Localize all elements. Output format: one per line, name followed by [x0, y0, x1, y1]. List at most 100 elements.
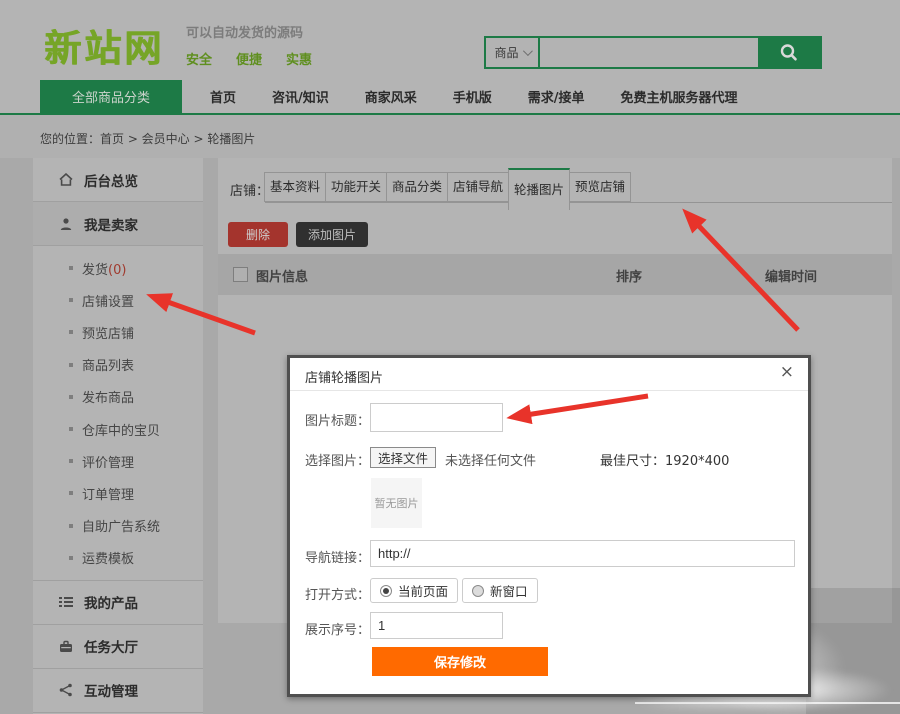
all-categories-button[interactable]: 全部商品分类 [40, 80, 182, 113]
sidebar-item-product-list[interactable]: 商品列表 [33, 349, 203, 381]
briefcase-icon [60, 640, 72, 652]
tagline: 可以自动发货的源码 安全 便捷 实惠 [186, 22, 312, 68]
modal-header: 店铺轮播图片 × [290, 358, 808, 391]
select-all-checkbox[interactable] [233, 267, 248, 282]
page: 新站网 可以自动发货的源码 安全 便捷 实惠 商品 全部商品分类 首页 咨讯/知… [0, 0, 900, 714]
sidebar-item-ads[interactable]: 自助广告系统 [33, 510, 203, 542]
sidebar-item-task-hall[interactable]: 任务大厅 [33, 625, 203, 669]
breadcrumb: 您的位置：首页 > 会员中心 > 轮播图片 [40, 132, 256, 146]
delete-button[interactable]: 删除 [228, 222, 288, 247]
column-edit-time: 编辑时间 [765, 270, 818, 285]
nav-item-orders[interactable]: 需求/接单 [528, 87, 585, 106]
tagline-tag: 安全 [186, 53, 213, 68]
radio-selected-icon [380, 584, 392, 597]
sidebar-sub-items: 发货(0) 店铺设置 预览店铺 商品列表 发布商品 仓库中的宝贝 评价管理 订单… [33, 246, 203, 581]
bullet-icon [69, 491, 73, 496]
sidebar-item-label: 商品列表 [82, 359, 135, 375]
nav-item-merchants[interactable]: 商家风采 [365, 87, 417, 106]
modal-title: 店铺轮播图片 [305, 371, 384, 386]
bullet-icon [69, 459, 73, 464]
sidebar-item-overview[interactable]: 后台总览 [33, 158, 203, 202]
nav-link-label: 导航链接： [305, 551, 371, 566]
sidebar-item-publish-product[interactable]: 发布商品 [33, 381, 203, 413]
sidebar-item-label: 发货 [82, 262, 109, 278]
tagline-text: 可以自动发货的源码 [186, 26, 304, 41]
nav-item-hosting[interactable]: 免费主机服务器代理 [621, 87, 738, 106]
column-image-info: 图片信息 [256, 270, 309, 285]
bullet-icon [69, 523, 73, 528]
sidebar-item-label: 我是卖家 [84, 217, 138, 234]
site-logo[interactable]: 新站网 [44, 18, 164, 72]
search-icon [780, 43, 797, 61]
sidebar-item-label: 互动管理 [84, 684, 138, 701]
search-bar: 商品 [484, 36, 822, 69]
sidebar-item-label: 我的产品 [84, 596, 138, 613]
no-file-text: 未选择任何文件 [445, 454, 537, 469]
search-input[interactable] [540, 38, 758, 67]
tab-shop-nav[interactable]: 店铺导航 [447, 172, 509, 202]
tagline-tag: 实惠 [286, 53, 313, 68]
nav-items: 首页 咨讯/知识 商家风采 手机版 需求/接单 免费主机服务器代理 [210, 80, 738, 113]
sidebar-item-preview-shop[interactable]: 预览店铺 [33, 316, 203, 348]
sidebar-item-reviews[interactable]: 评价管理 [33, 445, 203, 477]
watermark-line [635, 702, 900, 704]
sidebar-item-label: 运费模板 [82, 552, 135, 568]
add-image-button[interactable]: 添加图片 [296, 222, 368, 247]
sidebar-item-shop-settings[interactable]: 店铺设置 [33, 284, 203, 316]
option-label: 新窗口 [490, 584, 528, 599]
sidebar-item-seller[interactable]: 我是卖家 [33, 202, 203, 246]
sidebar-item-label: 仓库中的宝贝 [82, 423, 161, 439]
open-mode-current-option[interactable]: 当前页面 [370, 578, 459, 603]
search-button[interactable] [758, 38, 820, 67]
nav-item-home[interactable]: 首页 [210, 87, 236, 106]
shop-tabs: 基本资料 功能开关 商品分类 店铺导航 轮播图片 预览店铺 [264, 168, 631, 210]
bullet-icon [69, 555, 73, 560]
nav-item-mobile[interactable]: 手机版 [453, 87, 492, 106]
image-title-input[interactable] [370, 403, 503, 432]
sidebar-item-label: 自助广告系统 [82, 520, 161, 536]
sidebar-item-label: 后台总览 [84, 173, 138, 190]
search-category-select[interactable]: 商品 [486, 38, 540, 67]
tab-basic-info[interactable]: 基本资料 [264, 172, 326, 202]
sidebar-item-label: 评价管理 [82, 455, 135, 471]
breadcrumb-bar: 您的位置：首页 > 会员中心 > 轮播图片 [0, 115, 900, 158]
sidebar-item-warehouse[interactable]: 仓库中的宝贝 [33, 413, 203, 445]
sidebar-item-interaction[interactable]: 互动管理 [33, 669, 203, 713]
option-label: 当前页面 [398, 584, 449, 599]
sidebar-item-label: 订单管理 [82, 487, 135, 503]
share-icon [59, 684, 72, 697]
tab-feature-switch[interactable]: 功能开关 [325, 172, 387, 202]
image-title-label: 图片标题： [305, 414, 371, 429]
sidebar-item-freight[interactable]: 运费模板 [33, 542, 203, 574]
bullet-icon [69, 266, 73, 271]
sidebar-item-orders[interactable]: 订单管理 [33, 477, 203, 509]
nav-link-input[interactable] [370, 540, 795, 567]
bullet-icon [69, 427, 73, 432]
display-order-input[interactable] [370, 612, 503, 639]
close-icon[interactable]: × [780, 364, 794, 381]
list-icon [59, 597, 73, 608]
open-mode-new-window-option[interactable]: 新窗口 [462, 578, 538, 603]
best-size-text: 最佳尺寸：1920*400 [600, 454, 730, 469]
tab-product-categories[interactable]: 商品分类 [386, 172, 448, 202]
nav-item-knowledge[interactable]: 咨讯/知识 [272, 87, 329, 106]
tab-carousel-images[interactable]: 轮播图片 [508, 168, 570, 210]
display-order-label: 展示序号： [305, 623, 371, 638]
sidebar-item-my-products[interactable]: 我的产品 [33, 581, 203, 625]
home-icon [59, 173, 73, 186]
sidebar: 后台总览 我是卖家 发货(0) 店铺设置 预览店铺 商品列表 发布商品 仓库中的… [33, 158, 203, 714]
sidebar-item-label: 任务大厅 [84, 640, 138, 657]
radio-unselected-icon [472, 584, 484, 597]
site-header: 新站网 可以自动发货的源码 安全 便捷 实惠 商品 [0, 0, 900, 80]
choose-file-button[interactable]: 选择文件 [370, 447, 437, 468]
shipping-count: (0) [108, 262, 127, 278]
save-button[interactable]: 保存修改 [372, 647, 548, 676]
user-icon [60, 217, 72, 230]
open-mode-label: 打开方式： [305, 588, 371, 603]
tagline-tags: 安全 便捷 实惠 [186, 49, 312, 68]
main-nav: 全部商品分类 首页 咨讯/知识 商家风采 手机版 需求/接单 免费主机服务器代理 [0, 80, 900, 113]
bullet-icon [69, 330, 73, 335]
table-header: 图片信息 排序 编辑时间 [218, 254, 892, 295]
sidebar-item-shipping[interactable]: 发货(0) [33, 252, 203, 284]
tab-preview-shop[interactable]: 预览店铺 [569, 172, 631, 202]
